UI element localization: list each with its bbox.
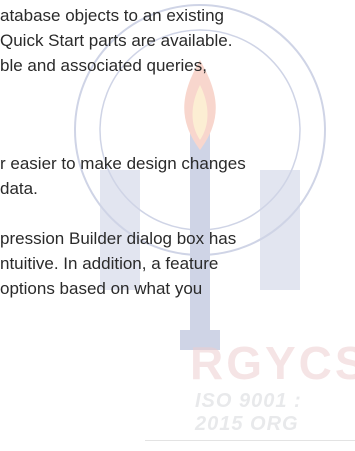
watermark-iso: ISO 9001 : 2015 ORG bbox=[195, 390, 302, 435]
page-divider bbox=[145, 440, 355, 441]
text-line-5: data. bbox=[0, 179, 38, 198]
document-page: RGYCSM ISO 9001 : 2015 ORG atabase objec… bbox=[0, 0, 355, 451]
text-line-1: atabase objects to an existing bbox=[0, 6, 224, 25]
watermark-brand: RGYCSM bbox=[190, 337, 355, 389]
text-line-6: pression Builder dialog box has bbox=[0, 229, 237, 248]
text-line-7: ntuitive. In addition, a feature bbox=[0, 254, 219, 273]
text-line-8: options based on what you bbox=[0, 279, 203, 298]
text-line-3: ble and associated queries, bbox=[0, 56, 207, 75]
text-line-4: r easier to make design changes bbox=[0, 154, 246, 173]
text-line-2: Quick Start parts are available. bbox=[0, 31, 233, 50]
